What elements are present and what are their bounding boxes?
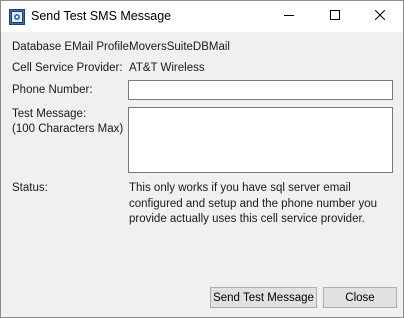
maximize-button[interactable] — [312, 1, 358, 32]
test-message-max-hint: (100 Characters Max) — [12, 123, 124, 135]
minimize-button[interactable] — [266, 1, 312, 32]
window-title: Send Test SMS Message — [31, 9, 172, 23]
phone-number-label: Phone Number: — [12, 84, 93, 96]
provider-label: Cell Service Provider: — [12, 62, 123, 74]
send-test-message-button[interactable]: Send Test Message — [210, 287, 317, 308]
status-text: This only works if you have sql server e… — [129, 182, 378, 225]
close-window-button[interactable] — [357, 1, 403, 32]
test-message-label: Test Message: — [12, 108, 87, 120]
provider-value: AT&T Wireless — [129, 62, 205, 74]
status-label: Status: — [12, 182, 48, 194]
phone-number-input[interactable] — [128, 80, 393, 100]
close-icon — [374, 9, 386, 23]
send-test-sms-dialog: Send Test SMS Message Database EMail Pro… — [0, 0, 404, 318]
db-profile-label: Database EMail Profile: — [12, 41, 133, 53]
title-bar[interactable]: Send Test SMS Message — [1, 1, 403, 32]
test-message-textarea[interactable] — [128, 107, 393, 173]
close-button[interactable]: Close — [323, 287, 397, 308]
minimize-icon — [284, 10, 294, 23]
app-window-icon — [9, 9, 25, 25]
db-profile-value: MoversSuiteDBMail — [129, 41, 230, 53]
maximize-icon — [330, 10, 340, 23]
